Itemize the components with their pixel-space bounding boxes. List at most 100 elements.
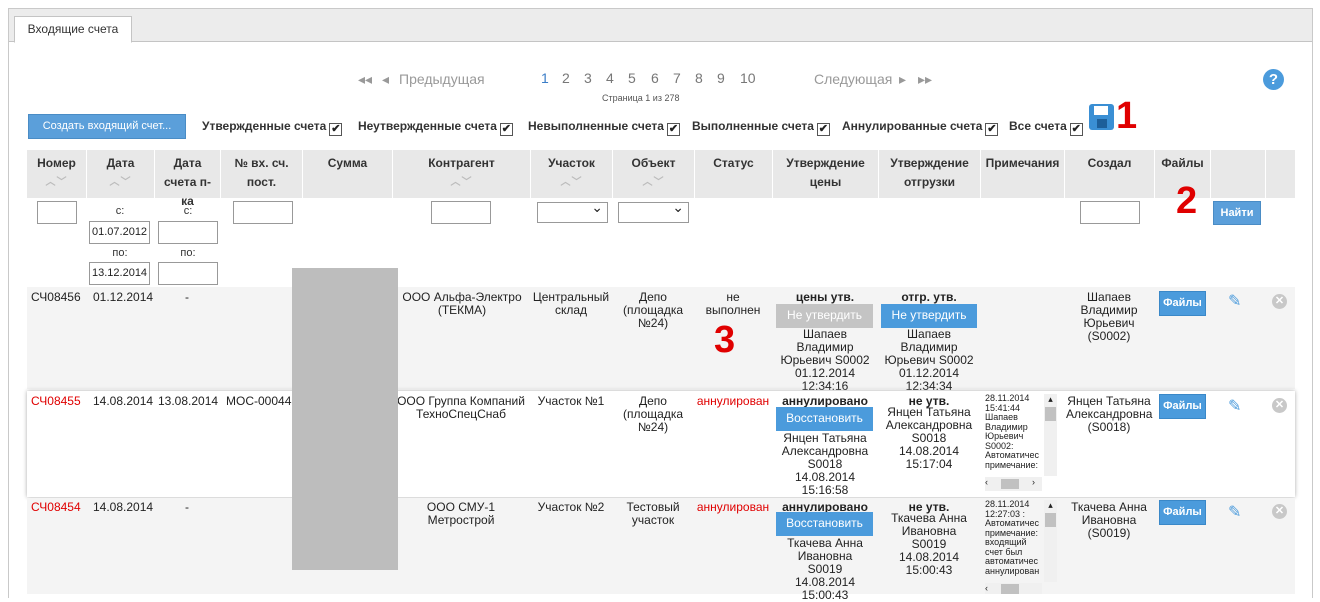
annotation-marker: 1 (1116, 95, 1138, 137)
created-by-filter-input[interactable] (1080, 201, 1140, 224)
checkbox-icon[interactable]: ✔ (985, 123, 999, 136)
object: Депо (площадка №24) (622, 394, 684, 434)
tab-strip (9, 9, 1312, 42)
shipment-approval-info: Шапаев Владимир Юрьевич S0002 01.12.2014… (884, 327, 974, 393)
filter-fulfilled[interactable]: Выполненные счета ✔ (692, 119, 830, 136)
invoice-number[interactable]: СЧ08454 (31, 501, 81, 514)
filter-unfulfilled[interactable]: Невыполненные счета ✔ (528, 119, 680, 136)
restore-button[interactable]: Восстановить (776, 407, 873, 431)
unapprove-price-button[interactable]: Не утвердить (776, 304, 873, 328)
object-filter-select[interactable] (618, 199, 689, 223)
number-filter-input[interactable] (37, 201, 77, 224)
column-header-date[interactable]: Дата ︿﹀ (86, 150, 154, 198)
note-hscrollbar[interactable]: ‹ (985, 583, 1042, 594)
counterparty: ООО Группа Компаний ТехноСпецСнаб (397, 394, 525, 421)
tab-incoming-invoices[interactable]: Входящие счета (14, 16, 132, 43)
unapprove-shipment-button[interactable]: Не утвердить (881, 304, 977, 328)
save-icon[interactable] (1089, 104, 1114, 130)
date-from-input[interactable]: 01.07.2012 (89, 221, 150, 244)
checkbox-icon[interactable]: ✔ (816, 123, 830, 136)
page-link[interactable]: 7 (673, 70, 681, 86)
checkbox-icon[interactable]: ✔ (499, 123, 513, 136)
column-header-created-by: Создал (1064, 150, 1154, 198)
help-icon[interactable]: ? (1263, 69, 1284, 90)
counterparty: ООО Альфа-Электро (ТЕКМА) (402, 290, 522, 317)
checkbox-icon[interactable]: ✔ (666, 123, 680, 136)
object: Тестовый участок (626, 500, 680, 527)
page-link[interactable]: 8 (695, 70, 703, 86)
column-header-site[interactable]: Участок ︿﹀ (530, 150, 612, 198)
invoice-number[interactable]: СЧ08456 (31, 291, 81, 304)
counterparty-filter-input[interactable] (431, 201, 491, 224)
edit-pencil-icon[interactable]: ✎ (1228, 396, 1241, 416)
filter-unapproved[interactable]: Неутвержденные счета ✔ (358, 119, 513, 136)
restore-button[interactable]: Восстановить (776, 512, 873, 536)
checkbox-icon[interactable]: ✔ (329, 123, 343, 136)
date-from-label: с: (115, 205, 125, 217)
supplier-date: - (185, 500, 189, 514)
find-button[interactable]: Найти (1213, 201, 1261, 225)
page-link[interactable]: 6 (651, 70, 659, 86)
files-button[interactable]: Файлы (1159, 291, 1206, 316)
filter-approved[interactable]: Утвержденные счета ✔ (202, 119, 343, 136)
delete-icon[interactable]: ✕ (1272, 398, 1287, 413)
invoice-date: 01.12.2014 (93, 290, 154, 304)
price-approval-info: Ткачева Анна Ивановна S0019 14.08.2014 1… (787, 536, 863, 602)
column-header-number[interactable]: Номер ︿﹀ (27, 150, 86, 198)
filter-all[interactable]: Все счета ✔ (1009, 119, 1083, 136)
page-link[interactable]: 1 (541, 70, 549, 86)
price-approval-info: Шапаев Владимир Юрьевич S0002 01.12.2014… (780, 327, 870, 393)
note-text: 28.11.2014 12:27:03 : Автоматичес примеч… (985, 500, 1040, 576)
created-by: Янцен Татьяна Александровна (S0018) (1066, 394, 1153, 434)
note-scrollbar[interactable]: ▴ (1044, 394, 1057, 476)
page-link[interactable]: 2 (562, 70, 570, 86)
column-header-incoming-no[interactable]: № вх. сч. пост. (220, 150, 302, 198)
next-page-link[interactable]: Следующая (814, 71, 892, 87)
last-page-icon[interactable]: ▸▸ (918, 71, 932, 87)
column-header-object[interactable]: Объект ︿﹀ (612, 150, 694, 198)
supplier-date-from-input[interactable] (158, 221, 218, 244)
page-link[interactable]: 4 (606, 70, 614, 86)
page-link[interactable]: 3 (584, 70, 592, 86)
edit-pencil-icon[interactable]: ✎ (1228, 502, 1241, 522)
delete-icon[interactable]: ✕ (1272, 294, 1287, 309)
supplier-date-to-input[interactable] (158, 262, 218, 285)
site: Центральный склад (532, 290, 610, 317)
filter-cancelled[interactable]: Аннулированные счета ✔ (842, 119, 999, 136)
column-header-counterparty[interactable]: Контрагент ︿﹀ (392, 150, 530, 198)
prev-arrow-icon[interactable]: ◂ (382, 71, 389, 87)
shipment-approval-status: отгр. утв. (901, 290, 957, 304)
supplier-date: - (185, 290, 189, 304)
object: Депо (площадка №24) (622, 290, 684, 330)
site-filter-select[interactable] (537, 199, 608, 223)
invoice-number[interactable]: СЧ08455 (31, 395, 81, 408)
invoice-date: 14.08.2014 (93, 394, 154, 408)
prev-page-link[interactable]: Предыдущая (399, 71, 485, 87)
edit-pencil-icon[interactable]: ✎ (1228, 291, 1241, 311)
page-link[interactable]: 10 (740, 70, 756, 86)
note-hscrollbar[interactable]: ‹ › (985, 477, 1042, 491)
create-invoice-button[interactable]: Создать входящий счет... (28, 114, 186, 139)
status: аннулирован (696, 394, 770, 408)
site: Участок №1 (537, 394, 605, 408)
delete-icon[interactable]: ✕ (1272, 504, 1287, 519)
supplier-date-to-label: по: (180, 247, 196, 259)
page-link[interactable]: 5 (628, 70, 636, 86)
column-header-edit (1210, 150, 1265, 198)
incoming-no-filter-input[interactable] (233, 201, 293, 224)
files-button[interactable]: Файлы (1159, 500, 1206, 525)
page-link[interactable]: 9 (717, 70, 725, 86)
next-arrow-icon[interactable]: ▸ (899, 71, 906, 87)
files-button[interactable]: Файлы (1159, 394, 1206, 419)
created-by: Ткачева Анна Ивановна (S0019) (1071, 500, 1147, 540)
annotation-marker: 3 (714, 319, 736, 361)
created-by: Шапаев Владимир Юрьевич (S0002) (1080, 290, 1138, 343)
first-page-icon[interactable]: ◂◂ (358, 71, 372, 87)
supplier-date-from-label: с: (183, 205, 193, 217)
shipment-approval-info: Ткачева Анна Ивановна S0019 14.08.2014 1… (891, 511, 967, 577)
column-header-supplier-date[interactable]: Дата счета п-ка (154, 150, 220, 208)
date-to-input[interactable]: 13.12.2014 (89, 262, 150, 285)
checkbox-icon[interactable]: ✔ (1069, 123, 1083, 136)
note-scrollbar[interactable]: ▴ (1044, 500, 1057, 582)
column-header-delete (1265, 150, 1295, 198)
